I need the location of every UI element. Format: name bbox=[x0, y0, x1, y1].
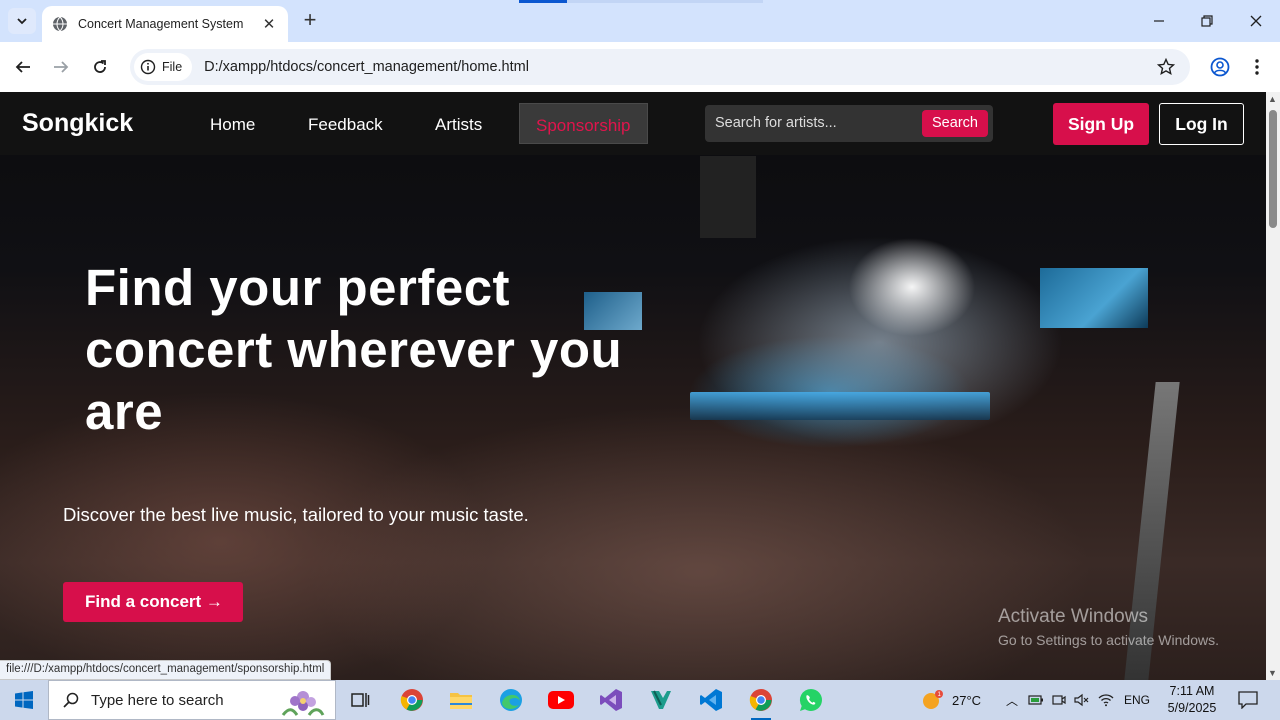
browser-menu-button[interactable] bbox=[1246, 54, 1268, 80]
system-tray: ︿ ENG bbox=[1006, 680, 1150, 720]
chrome-icon[interactable] bbox=[398, 686, 426, 714]
tab-strip-indicator bbox=[519, 0, 567, 3]
tab-title: Concert Management System bbox=[78, 17, 244, 31]
tab-search-button[interactable] bbox=[8, 8, 36, 34]
tab-strip-indicator-track bbox=[567, 0, 763, 3]
sign-up-button[interactable]: Sign Up bbox=[1053, 103, 1149, 145]
find-concert-button[interactable]: Find a concert → bbox=[63, 582, 243, 622]
search-highlight-flower-icon bbox=[281, 691, 325, 716]
site-info-label: File bbox=[162, 60, 183, 74]
site-info-chip[interactable]: File bbox=[134, 53, 193, 81]
nav-link-feedback[interactable]: Feedback bbox=[308, 115, 383, 135]
volume-muted-icon[interactable] bbox=[1074, 693, 1090, 707]
hero-subline: Discover the best live music, tailored t… bbox=[63, 504, 529, 525]
stage-screen-right bbox=[1040, 268, 1148, 328]
arrow-left-icon bbox=[15, 61, 30, 73]
watermark-subtitle: Go to Settings to activate Windows. bbox=[998, 632, 1219, 648]
activate-windows-watermark: Activate Windows Go to Settings to activ… bbox=[998, 606, 1219, 648]
more-vert-icon bbox=[1255, 59, 1259, 75]
minimize-icon bbox=[1154, 20, 1164, 22]
show-hidden-icons-chevron-icon[interactable]: ︿ bbox=[1006, 692, 1018, 709]
vscode-icon[interactable] bbox=[697, 686, 725, 714]
hero-headline: Find your perfect concert wherever you a… bbox=[85, 259, 623, 440]
search-icon bbox=[63, 692, 79, 708]
close-tab-icon[interactable]: ✕ bbox=[260, 15, 278, 33]
notification-center-button[interactable] bbox=[1238, 680, 1258, 720]
battery-icon[interactable] bbox=[1028, 694, 1044, 706]
taskbar-clock[interactable]: 7:11 AM 5/9/2025 bbox=[1160, 683, 1224, 717]
close-icon bbox=[1250, 15, 1262, 27]
browser-toolbar: File D:/xampp/htdocs/concert_management/… bbox=[0, 42, 1280, 92]
page-viewport: Songkick Home Feedback Artists Sponsorsh… bbox=[0, 92, 1266, 680]
profile-button[interactable] bbox=[1207, 54, 1233, 80]
weather-widget[interactable]: 1 27°C bbox=[920, 680, 981, 720]
site-navbar: Songkick Home Feedback Artists Sponsorsh… bbox=[0, 92, 1266, 155]
browser-tab-bar: Concert Management System ✕ + bbox=[0, 0, 1280, 42]
visual-studio-icon[interactable] bbox=[597, 686, 625, 714]
globe-icon bbox=[53, 16, 67, 32]
chrome-active-icon[interactable] bbox=[747, 686, 775, 720]
windows-taskbar: Type here to search 1 27°C ︿ ENG 7:11 AM… bbox=[0, 680, 1280, 720]
search-button[interactable]: Search bbox=[922, 110, 988, 137]
info-icon bbox=[140, 59, 156, 75]
meet-now-icon[interactable] bbox=[1052, 693, 1066, 707]
restore-icon bbox=[1201, 15, 1213, 27]
clock-date: 5/9/2025 bbox=[1167, 701, 1217, 715]
wifi-icon[interactable] bbox=[1098, 693, 1114, 707]
nav-link-home[interactable]: Home bbox=[210, 115, 255, 135]
scroll-down-arrow-icon[interactable]: ▼ bbox=[1268, 668, 1277, 678]
start-button[interactable] bbox=[0, 680, 48, 720]
address-bar[interactable]: File D:/xampp/htdocs/concert_management/… bbox=[130, 49, 1190, 85]
url-text[interactable]: D:/xampp/htdocs/concert_management/home.… bbox=[204, 59, 1154, 75]
chevron-down-icon bbox=[17, 18, 27, 25]
page-scrollbar[interactable]: ▲ ▼ bbox=[1266, 92, 1280, 680]
task-view-icon[interactable] bbox=[346, 686, 374, 714]
clock-time: 7:11 AM bbox=[1169, 684, 1215, 698]
link-status-bubble: file:///D:/xampp/htdocs/concert_manageme… bbox=[0, 660, 332, 680]
star-icon bbox=[1157, 58, 1175, 76]
notification-icon bbox=[1238, 691, 1258, 709]
forward-button[interactable] bbox=[48, 54, 74, 80]
new-tab-button[interactable]: + bbox=[298, 9, 322, 33]
account-circle-icon bbox=[1210, 57, 1230, 77]
watermark-title: Activate Windows bbox=[998, 606, 1148, 627]
artist-search-input[interactable] bbox=[715, 113, 915, 133]
site-logo[interactable]: Songkick bbox=[22, 109, 133, 138]
arrow-right-icon bbox=[54, 61, 69, 73]
bookmark-button[interactable] bbox=[1154, 55, 1178, 79]
windows-logo-icon bbox=[15, 691, 33, 709]
whatsapp-icon[interactable] bbox=[797, 686, 825, 714]
file-explorer-icon[interactable] bbox=[447, 686, 475, 714]
reload-icon bbox=[94, 60, 106, 73]
nav-link-artists[interactable]: Artists bbox=[435, 115, 482, 135]
language-indicator[interactable]: ENG bbox=[1124, 693, 1150, 707]
reload-button[interactable] bbox=[87, 54, 113, 80]
minimize-button[interactable] bbox=[1136, 8, 1182, 34]
youtube-icon[interactable] bbox=[547, 686, 575, 714]
vscode-insiders-icon[interactable] bbox=[647, 686, 675, 714]
log-in-button[interactable]: Log In bbox=[1159, 103, 1244, 145]
sunny-weather-icon: 1 bbox=[923, 690, 943, 709]
browser-tab-active[interactable]: Concert Management System ✕ bbox=[42, 6, 288, 42]
scrollbar-thumb[interactable] bbox=[1269, 110, 1277, 228]
taskbar-search-box[interactable]: Type here to search bbox=[48, 680, 336, 720]
taskbar-search-placeholder: Type here to search bbox=[91, 691, 224, 709]
edge-icon[interactable] bbox=[497, 686, 525, 714]
concert-stage bbox=[690, 392, 990, 420]
close-window-button[interactable] bbox=[1233, 8, 1279, 34]
back-button[interactable] bbox=[10, 54, 36, 80]
restore-button[interactable] bbox=[1184, 8, 1230, 34]
lighting-truss bbox=[700, 156, 756, 238]
scroll-up-arrow-icon[interactable]: ▲ bbox=[1268, 94, 1277, 104]
weather-temperature: 27°C bbox=[952, 692, 982, 708]
artist-search-box: Search bbox=[705, 105, 993, 142]
nav-link-sponsorship[interactable]: Sponsorship bbox=[519, 103, 648, 144]
